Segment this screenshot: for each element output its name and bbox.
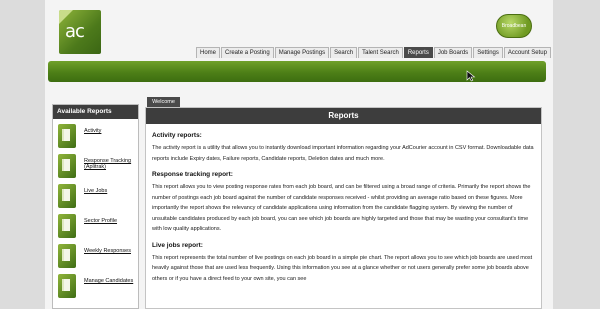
nav-tab-create-posting[interactable]: Create a Posting bbox=[221, 47, 274, 58]
section-heading-live-jobs: Live jobs report: bbox=[152, 241, 203, 249]
logo-text: ac bbox=[65, 21, 85, 42]
nav-tab-account-setup[interactable]: Account Setup bbox=[503, 47, 551, 58]
sidebar-item-sector-profile[interactable]: Sector Profile bbox=[53, 214, 138, 239]
reports-panel: Reports Activity reports: The activity r… bbox=[145, 107, 542, 309]
adcourier-logo[interactable]: ac bbox=[59, 10, 101, 54]
nav-tab-search[interactable]: Search bbox=[330, 47, 358, 58]
main-nav: Home Create a Posting Manage Postings Se… bbox=[196, 47, 552, 58]
section-heading-activity: Activity reports: bbox=[152, 132, 202, 139]
sidebar-item-weekly-responses[interactable]: Weekly Responses bbox=[53, 244, 138, 269]
page-frame: ac Broadbean Home Create a Posting Manag… bbox=[45, 0, 553, 309]
broadbean-logo: Broadbean bbox=[496, 14, 532, 38]
report-book-icon[interactable] bbox=[58, 154, 76, 178]
nav-tab-settings[interactable]: Settings bbox=[473, 47, 503, 58]
sidebar-item-label[interactable]: Weekly Responses bbox=[84, 248, 138, 254]
broadbean-logo-text: Broadbean bbox=[501, 23, 527, 29]
report-book-icon[interactable] bbox=[58, 274, 76, 298]
reports-sidebar: Available Reports Activity Response Trac… bbox=[52, 104, 139, 309]
sidebar-item-label[interactable]: Response Tracking (Aplitrak) bbox=[84, 158, 138, 170]
page-title: Reports bbox=[146, 108, 541, 124]
sidebar-item-label[interactable]: Sector Profile bbox=[84, 218, 138, 224]
sidebar-title: Available Reports bbox=[53, 105, 138, 119]
sidebar-item-label[interactable]: Manage Candidates bbox=[84, 278, 138, 284]
nav-tab-home[interactable]: Home bbox=[196, 47, 221, 58]
left-margin bbox=[0, 0, 45, 309]
report-book-icon[interactable] bbox=[58, 184, 76, 208]
sidebar-item-response-tracking[interactable]: Response Tracking (Aplitrak) bbox=[53, 154, 138, 179]
report-book-icon[interactable] bbox=[58, 244, 76, 268]
section-heading-response-tracking: Response tracking report: bbox=[152, 171, 233, 178]
sidebar-item-label[interactable]: Live Jobs bbox=[84, 188, 138, 194]
nav-tab-talent-search[interactable]: Talent Search bbox=[358, 47, 403, 58]
sidebar-item-live-jobs[interactable]: Live Jobs bbox=[53, 184, 138, 209]
sidebar-item-activity[interactable]: Activity bbox=[53, 124, 138, 149]
sidebar-item-label[interactable]: Activity bbox=[84, 128, 138, 134]
nav-tab-job-boards[interactable]: Job Boards bbox=[433, 47, 473, 58]
section-text-activity: The activity report is a utility that al… bbox=[152, 145, 534, 162]
section-text-live-jobs: This report represents the total number … bbox=[152, 254, 533, 282]
section-text-response-tracking: This report allows you to view posting r… bbox=[152, 184, 531, 232]
report-book-icon[interactable] bbox=[58, 124, 76, 148]
report-book-icon[interactable] bbox=[58, 214, 76, 238]
nav-tab-reports[interactable]: Reports bbox=[403, 47, 433, 58]
nav-tab-manage-postings[interactable]: Manage Postings bbox=[274, 47, 330, 58]
sidebar-item-manage-candidates[interactable]: Manage Candidates bbox=[53, 274, 138, 299]
mouse-cursor-icon bbox=[466, 70, 476, 82]
tab-welcome[interactable]: Welcome bbox=[147, 97, 180, 107]
reports-description: Activity reports: The activity report is… bbox=[146, 124, 541, 284]
right-margin bbox=[553, 0, 600, 309]
